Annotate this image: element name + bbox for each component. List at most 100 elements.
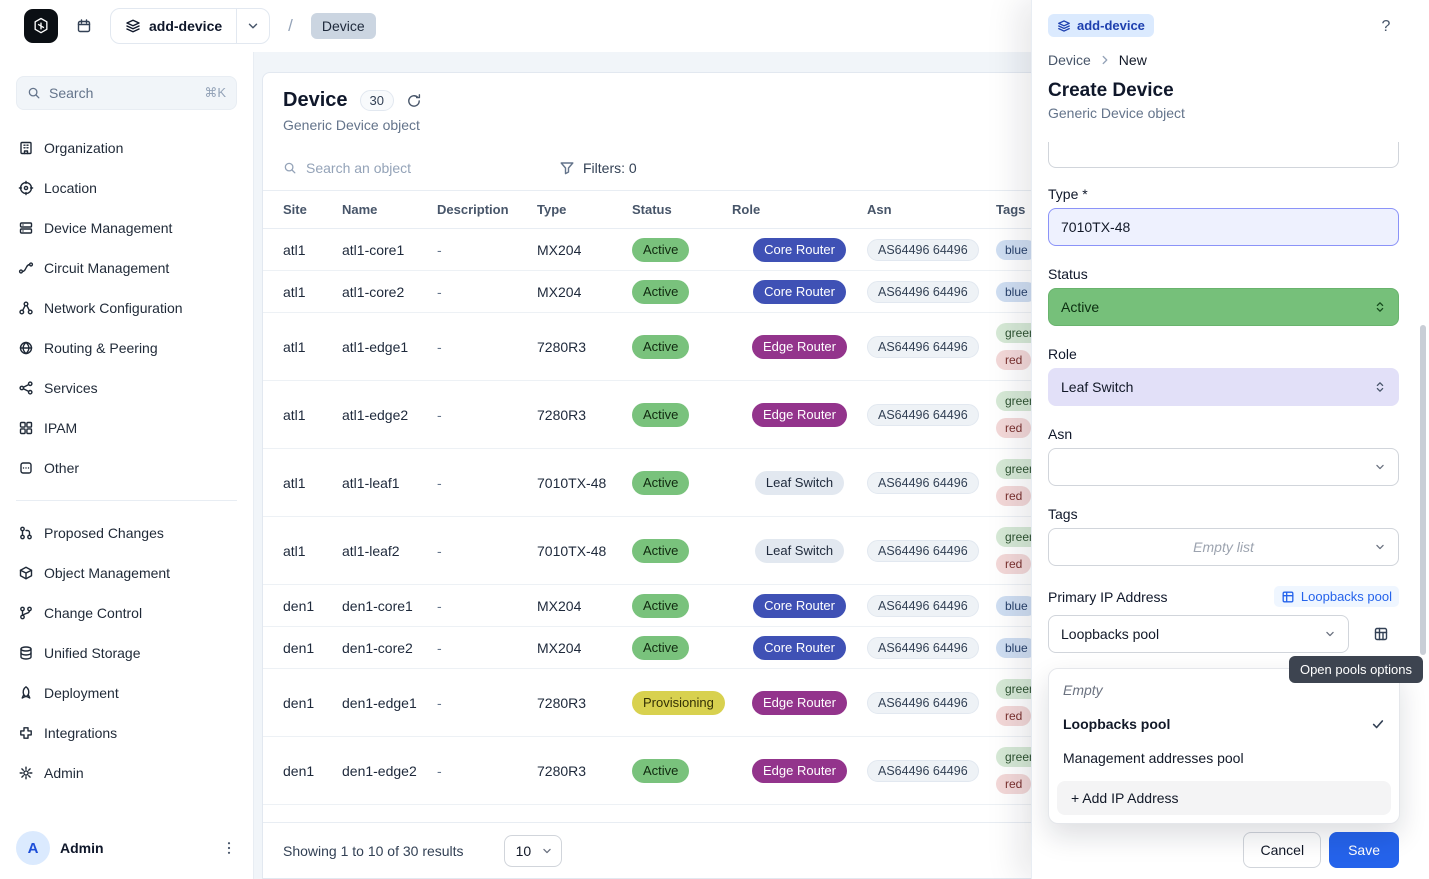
sidebar-item-proposed-changes[interactable]: Proposed Changes xyxy=(0,513,253,553)
role-select[interactable]: Leaf Switch xyxy=(1048,368,1399,406)
cell-name: den1-core1 xyxy=(342,598,437,614)
sidebar-divider xyxy=(16,500,237,501)
status-badge: Active xyxy=(632,539,689,563)
sidebar-item-object-management[interactable]: Object Management xyxy=(0,553,253,593)
cell-description: - xyxy=(437,475,537,491)
app-root: add-device / Device Search ⌘K Organizati… xyxy=(0,0,1429,879)
chevron-right-icon xyxy=(1098,53,1112,67)
sidebar-item-ipam[interactable]: IPAM xyxy=(0,408,253,448)
target-icon xyxy=(18,180,34,196)
kebab-menu-icon[interactable] xyxy=(221,840,237,856)
open-pools-options-button[interactable] xyxy=(1363,616,1399,652)
drawer-footer: Cancel Save xyxy=(1032,821,1429,879)
asn-select[interactable] xyxy=(1048,448,1399,486)
grid-icon xyxy=(18,420,34,436)
role-select-value: Leaf Switch xyxy=(1061,379,1133,395)
sidebar-item-unified-storage[interactable]: Unified Storage xyxy=(0,633,253,673)
sidebar-item-label: Unified Storage xyxy=(44,645,141,661)
sidebar-item-admin[interactable]: Admin xyxy=(0,753,253,793)
cell-type: MX204 xyxy=(537,598,632,614)
git-branch-icon xyxy=(18,605,34,621)
sidebar-item-label: Circuit Management xyxy=(44,260,169,276)
sidebar-item-circuit-management[interactable]: Circuit Management xyxy=(0,248,253,288)
type-field-label: Type * xyxy=(1048,186,1399,202)
cell-site: atl1 xyxy=(283,284,342,300)
search-input[interactable]: Search ⌘K xyxy=(16,76,237,110)
role-badge: Edge Router xyxy=(752,691,847,715)
add-ip-address-action[interactable]: + Add IP Address xyxy=(1057,781,1391,815)
status-badge: Active xyxy=(632,594,689,618)
chevron-up-down-icon xyxy=(1373,300,1387,314)
column-header-status[interactable]: Status xyxy=(632,202,732,217)
chevron-down-icon xyxy=(237,18,269,34)
breadcrumb-device[interactable]: Device xyxy=(311,13,376,39)
tag-chip: red xyxy=(996,418,1031,438)
check-icon xyxy=(1371,717,1385,731)
sidebar-item-integrations[interactable]: Integrations xyxy=(0,713,253,753)
sidebar-item-location[interactable]: Location xyxy=(0,168,253,208)
drawer-subtitle: Generic Device object xyxy=(1048,105,1399,121)
sidebar-item-services[interactable]: Services xyxy=(0,368,253,408)
save-button[interactable]: Save xyxy=(1329,832,1399,868)
primary-ip-select[interactable]: Loopbacks pool xyxy=(1048,615,1349,653)
column-header-site[interactable]: Site xyxy=(283,202,342,217)
pool-badge-label: Loopbacks pool xyxy=(1301,589,1392,604)
pool-option-management[interactable]: Management addresses pool xyxy=(1049,741,1399,775)
tags-select[interactable]: Empty list xyxy=(1048,528,1399,566)
cell-type: 7010TX-48 xyxy=(537,543,632,559)
loopbacks-pool-badge[interactable]: Loopbacks pool xyxy=(1274,586,1399,607)
app-logo[interactable] xyxy=(24,9,58,43)
object-search[interactable] xyxy=(283,160,493,176)
calendar-icon[interactable] xyxy=(76,18,92,34)
user-menu[interactable]: A Admin xyxy=(0,817,253,879)
column-header-asn[interactable]: Asn xyxy=(867,202,996,217)
cell-type: 7010TX-48 xyxy=(537,475,632,491)
cancel-button[interactable]: Cancel xyxy=(1243,832,1321,868)
filters-label: Filters: 0 xyxy=(583,160,637,176)
sidebar-item-device-management[interactable]: Device Management xyxy=(0,208,253,248)
cell-type: 7280R3 xyxy=(537,695,632,711)
role-badge: Edge Router xyxy=(752,759,847,783)
logo-shield-icon xyxy=(31,16,51,36)
sidebar-item-network-configuration[interactable]: Network Configuration xyxy=(0,288,253,328)
refresh-icon[interactable] xyxy=(406,93,422,109)
object-search-input[interactable] xyxy=(306,160,466,176)
column-header-type[interactable]: Type xyxy=(537,202,632,217)
branch-selector[interactable]: add-device xyxy=(110,8,270,44)
sidebar-item-label: Device Management xyxy=(44,220,172,236)
sidebar-item-deployment[interactable]: Deployment xyxy=(0,673,253,713)
pool-option-loopbacks[interactable]: Loopbacks pool xyxy=(1049,707,1399,741)
share-icon xyxy=(18,380,34,396)
asn-chip: AS64496 64496 xyxy=(867,472,979,494)
sidebar-item-label: Deployment xyxy=(44,685,119,701)
cell-site: atl1 xyxy=(283,475,342,491)
drawer-title: Create Device xyxy=(1048,80,1399,102)
help-button[interactable]: ? xyxy=(1373,14,1399,40)
column-header-role[interactable]: Role xyxy=(732,202,867,217)
role-badge: Edge Router xyxy=(752,335,847,359)
cell-name: den1-edge1 xyxy=(342,695,437,711)
column-header-name[interactable]: Name xyxy=(342,202,437,217)
filters-button[interactable]: Filters: 0 xyxy=(559,160,637,176)
type-field[interactable] xyxy=(1048,208,1399,246)
sidebar-item-organization[interactable]: Organization xyxy=(0,128,253,168)
rocket-icon xyxy=(18,685,34,701)
cell-name: atl1-edge1 xyxy=(342,339,437,355)
tag-chip: red xyxy=(996,350,1031,370)
drawer-scrollbar[interactable] xyxy=(1420,325,1426,655)
cell-site: den1 xyxy=(283,695,342,711)
cell-description: - xyxy=(437,763,537,779)
name-field-partial[interactable] xyxy=(1048,142,1399,168)
tags-placeholder: Empty list xyxy=(1193,539,1254,555)
sidebar-item-routing-peering[interactable]: Routing & Peering xyxy=(0,328,253,368)
pool-grid-icon xyxy=(1281,590,1295,604)
sidebar-item-other[interactable]: Other xyxy=(0,448,253,488)
tag-chip: red xyxy=(996,486,1031,506)
cell-name: atl1-core2 xyxy=(342,284,437,300)
sidebar-item-change-control[interactable]: Change Control xyxy=(0,593,253,633)
status-select[interactable]: Active xyxy=(1048,288,1399,326)
cell-type: MX204 xyxy=(537,284,632,300)
column-header-description[interactable]: Description xyxy=(437,202,537,217)
page-size-select[interactable]: 10 xyxy=(504,835,562,867)
drawer-breadcrumb-device[interactable]: Device xyxy=(1048,52,1091,68)
